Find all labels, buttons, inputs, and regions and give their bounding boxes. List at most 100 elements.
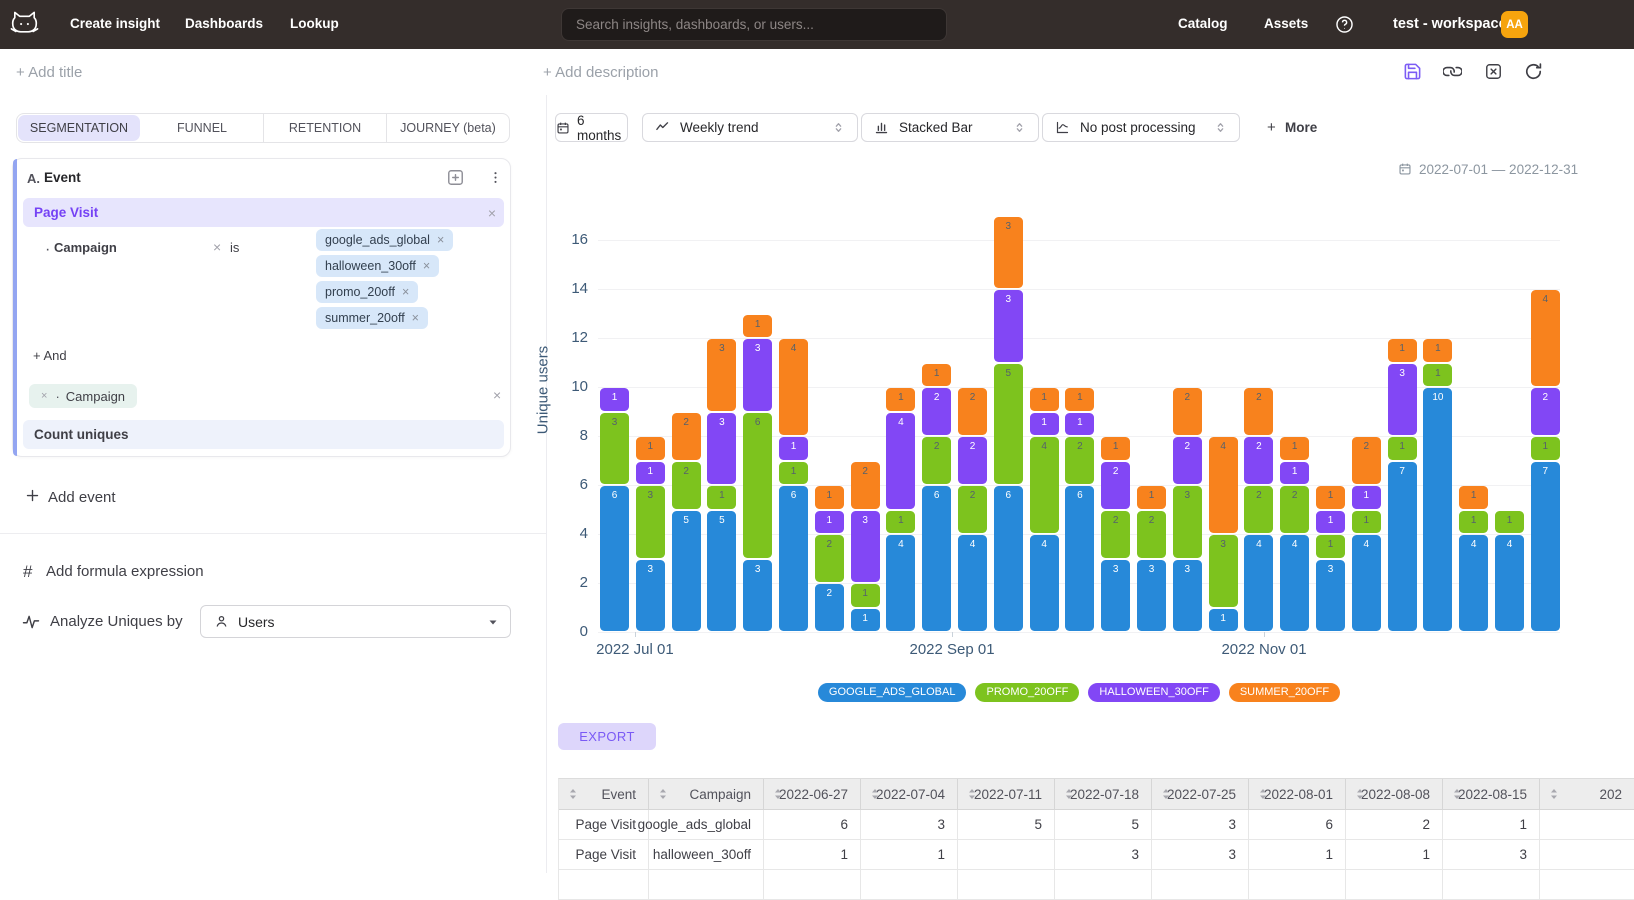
bar-segment-google_ads_global[interactable]: 4 — [1244, 535, 1273, 631]
sort-icon[interactable] — [1160, 787, 1172, 804]
export-button[interactable]: EXPORT — [558, 723, 656, 750]
column-header[interactable]: 2022-08-15 — [1443, 779, 1540, 810]
bar-segment-promo_20off[interactable]: 3 — [1173, 486, 1202, 558]
bar-segment-google_ads_global[interactable]: 4 — [1030, 535, 1059, 631]
bar-segment-google_ads_global[interactable]: 2 — [815, 584, 844, 631]
bar-segment-promo_20off[interactable]: 1 — [1388, 437, 1417, 460]
remove-group-row-icon[interactable]: × — [493, 387, 501, 403]
bar-segment-google_ads_global[interactable]: 7 — [1531, 462, 1560, 632]
bar-segment-summer_20off[interactable]: 2 — [958, 388, 987, 435]
link-icon[interactable] — [1443, 62, 1462, 81]
bar-segment-google_ads_global[interactable]: 3 — [743, 560, 772, 632]
bar-segment-summer_20off[interactable]: 2 — [672, 413, 701, 460]
trend-select[interactable]: Weekly trend — [642, 113, 858, 142]
bar-segment-google_ads_global[interactable]: 3 — [1101, 560, 1130, 632]
bar-segment-google_ads_global[interactable]: 1 — [851, 609, 880, 632]
bar-segment-halloween_30off[interactable]: 3 — [851, 511, 880, 583]
bar-segment-halloween_30off[interactable]: 1 — [779, 437, 808, 460]
bar-segment-promo_20off[interactable]: 1 — [1316, 535, 1345, 558]
legend-pill-promo_20off[interactable]: PROMO_20OFF — [975, 683, 1079, 702]
remove-value-icon[interactable]: × — [412, 311, 419, 325]
bar-segment-google_ads_global[interactable]: 4 — [1352, 535, 1381, 631]
bar-segment-google_ads_global[interactable]: 6 — [1065, 486, 1094, 631]
avatar[interactable]: AA — [1501, 11, 1528, 38]
remove-value-icon[interactable]: × — [423, 259, 430, 273]
bar-segment-promo_20off[interactable]: 1 — [1495, 511, 1524, 534]
bar-segment-summer_20off[interactable]: 4 — [779, 339, 808, 435]
bar-segment-promo_20off[interactable]: 1 — [1423, 364, 1452, 387]
column-header[interactable]: 2022-07-11 — [958, 779, 1055, 810]
sort-icon[interactable] — [657, 787, 669, 804]
bar-segment-summer_20off[interactable]: 1 — [1030, 388, 1059, 411]
add-description-field[interactable]: + Add description — [543, 64, 659, 81]
bar-segment-halloween_30off[interactable]: 1 — [1352, 486, 1381, 509]
save-icon[interactable] — [1403, 62, 1422, 81]
bar-segment-summer_20off[interactable]: 2 — [851, 462, 880, 509]
sort-icon[interactable] — [966, 787, 978, 804]
bar-segment-summer_20off[interactable]: 2 — [1352, 437, 1381, 484]
column-header[interactable]: Event — [559, 779, 649, 810]
bar-segment-google_ads_global[interactable]: 4 — [1459, 535, 1488, 631]
filter-value-chip[interactable]: halloween_30off× — [316, 255, 439, 277]
bar-segment-google_ads_global[interactable]: 4 — [1495, 535, 1524, 631]
bar-segment-google_ads_global[interactable]: 6 — [994, 486, 1023, 631]
bar-segment-summer_20off[interactable]: 1 — [886, 388, 915, 411]
tab-funnel[interactable]: FUNNEL — [141, 114, 264, 142]
date-period-button[interactable]: 6 months — [555, 113, 628, 142]
bar-segment-halloween_30off[interactable]: 4 — [886, 413, 915, 509]
bar-segment-halloween_30off[interactable]: 2 — [958, 437, 987, 484]
nav-catalog[interactable]: Catalog — [1178, 16, 1228, 31]
add-condition-button[interactable]: + And — [33, 348, 67, 363]
remove-filter-icon[interactable]: × — [213, 239, 221, 255]
column-header[interactable]: 2022-07-25 — [1152, 779, 1249, 810]
bar-segment-summer_20off[interactable]: 1 — [1280, 437, 1309, 460]
filter-value-chip[interactable]: summer_20off× — [316, 307, 428, 329]
sort-icon[interactable] — [772, 787, 784, 804]
bar-segment-promo_20off[interactable]: 2 — [1244, 486, 1273, 533]
add-event-button[interactable]: Add event — [48, 489, 116, 506]
bar-segment-promo_20off[interactable]: 2 — [922, 437, 951, 484]
sort-icon[interactable] — [1257, 787, 1269, 804]
bar-segment-google_ads_global[interactable]: 3 — [1173, 560, 1202, 632]
bar-segment-halloween_30off[interactable]: 3 — [994, 290, 1023, 362]
column-header[interactable]: 2022-08-08 — [1346, 779, 1443, 810]
bar-segment-promo_20off[interactable]: 3 — [600, 413, 629, 485]
remove-group-by-icon[interactable]: × — [41, 390, 47, 402]
more-plus[interactable]: + — [1267, 119, 1276, 136]
aggregation-selector[interactable]: Count uniques — [23, 420, 504, 449]
bar-segment-google_ads_global[interactable]: 4 — [1280, 535, 1309, 631]
sort-icon[interactable] — [1354, 787, 1366, 804]
sort-icon[interactable] — [1063, 787, 1075, 804]
bar-segment-halloween_30off[interactable]: 1 — [1316, 511, 1345, 534]
column-header[interactable]: 2022-07-18 — [1055, 779, 1152, 810]
filter-value-chip[interactable]: google_ads_global× — [316, 229, 453, 251]
column-header[interactable]: 202 — [1540, 779, 1634, 810]
bar-segment-promo_20off[interactable]: 2 — [672, 462, 701, 509]
bar-segment-promo_20off[interactable]: 2 — [958, 486, 987, 533]
bar-segment-summer_20off[interactable]: 4 — [1531, 290, 1560, 386]
bar-segment-promo_20off[interactable]: 2 — [1065, 437, 1094, 484]
bar-segment-google_ads_global[interactable]: 4 — [958, 535, 987, 631]
bar-segment-promo_20off[interactable]: 2 — [1280, 486, 1309, 533]
bar-segment-google_ads_global[interactable]: 5 — [672, 511, 701, 632]
nav-dashboards[interactable]: Dashboards — [185, 16, 263, 31]
bar-segment-halloween_30off[interactable]: 1 — [1065, 413, 1094, 436]
bar-segment-promo_20off[interactable]: 1 — [707, 486, 736, 509]
bar-segment-promo_20off[interactable]: 1 — [1352, 511, 1381, 534]
filter-value-chip[interactable]: promo_20off× — [316, 281, 418, 303]
bar-segment-summer_20off[interactable]: 1 — [815, 486, 844, 509]
bar-segment-google_ads_global[interactable]: 7 — [1388, 462, 1417, 632]
remove-value-icon[interactable]: × — [437, 233, 444, 247]
bar-segment-promo_20off[interactable]: 3 — [636, 486, 665, 558]
sort-icon[interactable] — [869, 787, 881, 804]
bar-segment-halloween_30off[interactable]: 1 — [1280, 462, 1309, 485]
sort-icon[interactable] — [1548, 787, 1560, 804]
help-icon[interactable] — [1335, 15, 1354, 34]
bar-segment-promo_20off[interactable]: 6 — [743, 413, 772, 558]
column-header[interactable]: 2022-06-27 — [764, 779, 861, 810]
analyze-by-select[interactable]: Users — [200, 605, 511, 638]
nav-assets[interactable]: Assets — [1264, 16, 1308, 31]
kebab-menu-icon[interactable] — [488, 170, 503, 185]
bar-segment-halloween_30off[interactable]: 1 — [636, 462, 665, 485]
bar-segment-halloween_30off[interactable]: 1 — [1030, 413, 1059, 436]
